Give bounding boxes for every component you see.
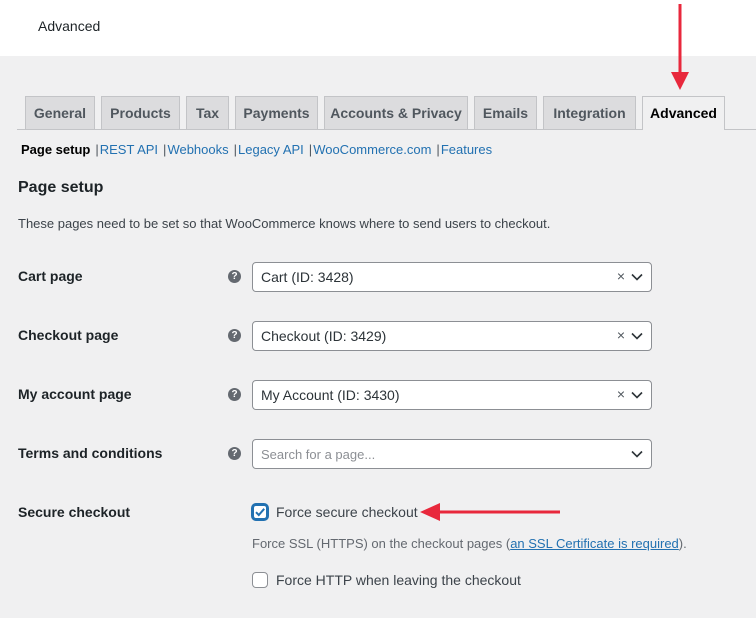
checkout-page-value: Checkout (ID: 3429) [261,328,387,344]
help-icon[interactable]: ? [228,329,241,342]
tab-integration[interactable]: Integration [543,96,636,129]
checkout-page-label: Checkout page [18,327,119,343]
checkout-page-select[interactable]: Checkout (ID: 3429) × [252,321,652,351]
terms-page-placeholder: Search for a page... [261,447,376,462]
subnav-legacy-api[interactable]: Legacy API [238,142,304,157]
cart-page-select[interactable]: Cart (ID: 3428) × [252,262,652,292]
subnav-separator: | [95,142,99,157]
force-http-checkbox[interactable] [252,572,268,588]
page-header-title: Advanced [38,18,101,34]
chevron-down-icon [631,332,643,340]
myaccount-page-label: My account page [18,386,132,402]
cart-page-value: Cart (ID: 3428) [261,269,354,285]
force-secure-checkbox[interactable] [252,504,268,520]
subnav-rest-api[interactable]: REST API [100,142,158,157]
ssl-description: Force SSL (HTTPS) on the checkout pages … [252,536,687,551]
section-title: Page setup [18,179,104,196]
cart-page-label: Cart page [18,268,83,284]
chevron-down-icon [631,450,643,458]
help-icon[interactable]: ? [228,447,241,460]
subnav-separator: | [436,142,440,157]
tab-emails[interactable]: Emails [474,96,537,129]
checkmark-icon [255,508,265,517]
tab-tax[interactable]: Tax [186,96,229,129]
subnav-webhooks[interactable]: Webhooks [167,142,228,157]
terms-page-select[interactable]: Search for a page... [252,439,652,469]
subnav-page-setup[interactable]: Page setup [21,142,90,157]
subnav-separator: | [163,142,167,157]
tab-payments[interactable]: Payments [235,96,318,129]
myaccount-page-value: My Account (ID: 3430) [261,387,400,403]
tab-products[interactable]: Products [101,96,180,129]
subnav-features[interactable]: Features [441,142,492,157]
ssl-description-text: Force SSL (HTTPS) on the checkout pages … [252,536,511,551]
subnav-separator: | [308,142,313,157]
help-icon[interactable]: ? [228,270,241,283]
chevron-down-icon [631,273,643,281]
ssl-certificate-link[interactable]: an SSL Certificate is required [510,536,679,551]
terms-page-label: Terms and conditions [18,445,163,461]
force-http-label[interactable]: Force HTTP when leaving the checkout [276,572,521,588]
myaccount-page-select[interactable]: My Account (ID: 3430) × [252,380,652,410]
tab-advanced[interactable]: Advanced [642,96,725,130]
subnav-woocommerce-com[interactable]: WooCommerce.com [313,142,431,157]
clear-icon[interactable]: × [617,327,625,343]
subnav-separator: | [233,142,238,157]
annotation-arrow-left [420,503,560,521]
chevron-down-icon [631,391,643,399]
subnav: Page setup |REST API |Webhooks |Legacy API |… [21,142,492,157]
tab-accounts-privacy[interactable]: Accounts & Privacy [324,96,468,129]
clear-icon[interactable]: × [617,268,625,284]
tab-general[interactable]: General [25,96,95,129]
top-bar: Advanced [0,0,756,56]
help-icon[interactable]: ? [228,388,241,401]
force-secure-label[interactable]: Force secure checkout [276,504,418,520]
secure-checkout-label: Secure checkout [18,504,131,520]
section-description: These pages need to be set so that WooCo… [18,216,551,231]
ssl-description-end: ). [678,536,687,551]
clear-icon[interactable]: × [617,386,625,402]
